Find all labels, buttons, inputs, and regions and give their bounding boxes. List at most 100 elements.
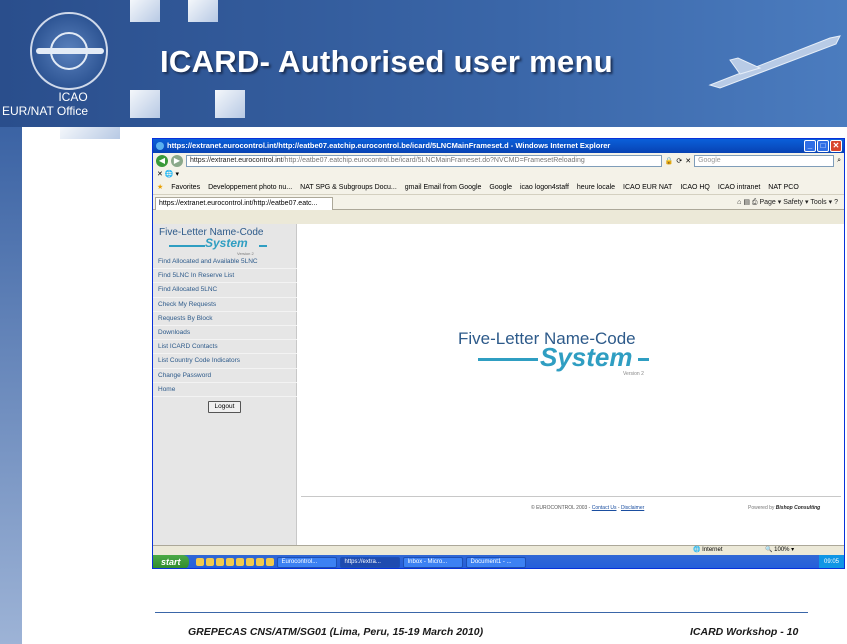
powered-by-text: Powered by	[748, 505, 776, 511]
powered-by: Powered by Bishop Consulting	[748, 505, 820, 511]
user-menu: Find Allocated and Available 5LNC Find 5…	[153, 255, 297, 397]
url-prefix: https://extranet.eurocontrol.int	[190, 157, 283, 164]
disclaimer-link[interactable]: Disclaimer	[621, 505, 644, 511]
icao-logo	[30, 12, 108, 90]
favorite-link[interactable]: Google	[489, 181, 512, 194]
favorite-link[interactable]: NAT PCO	[768, 181, 798, 194]
quicklaunch-icon[interactable]	[195, 558, 204, 566]
zoom-level[interactable]: 🔍 100% ▾	[765, 546, 794, 555]
page-copyright: © EUROCONTROL 2003 - Contact Us - Discla…	[531, 505, 645, 511]
url-rest: /http://eatbe07.eatchip.eurocontrol.be/i…	[282, 157, 585, 164]
page-content: Five-Letter Name-Code System Version 2 F…	[153, 224, 844, 545]
quicklaunch-icon[interactable]	[265, 558, 274, 566]
tab-row: https://extranet.eurocontrol.int/http://…	[153, 195, 844, 210]
quicklaunch-icon[interactable]	[215, 558, 224, 566]
menu-check-my-requests[interactable]: Check My Requests	[153, 298, 297, 312]
quicklaunch-icon[interactable]	[245, 558, 254, 566]
browser-window: https://extranet.eurocontrol.int/http://…	[152, 138, 845, 569]
decor-tile	[188, 0, 218, 22]
internet-explorer-icon	[156, 142, 164, 150]
back-button[interactable]: ◀	[156, 155, 168, 167]
system-tray: 09:05	[818, 555, 844, 568]
taskbar-item[interactable]: https://extra...	[339, 556, 400, 568]
maximize-button[interactable]: □	[817, 140, 829, 152]
decor-tile	[130, 90, 160, 118]
favorites-star-icon: ★	[157, 184, 164, 191]
menu-list-icard-contacts[interactable]: List ICARD Contacts	[153, 340, 297, 355]
favorite-link[interactable]: ICAO EUR NAT	[623, 181, 672, 194]
zoom-label: 100%	[774, 547, 790, 553]
app-logo-small: Five-Letter Name-Code System Version 2	[159, 227, 289, 257]
decor-tile	[130, 0, 160, 22]
security-zone: 🌐 Internet	[693, 546, 723, 555]
forward-button[interactable]: ▶	[171, 155, 183, 167]
favorites-bar: ★ Favorites Developpement photo nu... NA…	[153, 181, 844, 195]
globe-icon: 🌐	[693, 547, 701, 553]
zone-label: Internet	[702, 547, 723, 553]
taskbar-item[interactable]: Document1 - ...	[465, 556, 526, 568]
page-footer-rule	[301, 496, 841, 497]
menu-home[interactable]: Home	[153, 383, 297, 397]
favorites-button[interactable]: Favorites	[171, 181, 200, 194]
quicklaunch-icon[interactable]	[205, 558, 214, 566]
wing-icon	[36, 48, 104, 54]
favorite-link[interactable]: ICAO HQ	[680, 181, 710, 194]
slide-title: ICARD- Authorised user menu	[160, 44, 614, 79]
taskbar-item[interactable]: Inbox - Micro...	[402, 556, 463, 568]
menu-downloads[interactable]: Downloads	[153, 326, 297, 341]
quicklaunch-icon[interactable]	[225, 558, 234, 566]
favorite-link[interactable]: NAT SPG & Subgroups Docu...	[300, 181, 397, 194]
quicklaunch-icon[interactable]	[235, 558, 244, 566]
left-decor-bar	[0, 127, 22, 644]
footer-meeting: GREPECAS CNS/ATM/SG01 (Lima, Peru, 15-19…	[188, 626, 484, 638]
left-nav-frame: Five-Letter Name-Code System Version 2 F…	[153, 224, 297, 545]
lock-icon: 🔒	[664, 158, 674, 165]
quicklaunch-icon[interactable]	[255, 558, 264, 566]
url-input[interactable]: https://extranet.eurocontrol.int/http://…	[186, 155, 662, 167]
footer-rule	[155, 612, 808, 613]
favorite-link[interactable]: gmail Email from Google	[405, 181, 482, 194]
logo-line2: System	[205, 236, 248, 250]
toolbar-row[interactable]: ✕ 🌐 ▾	[153, 169, 844, 181]
favorite-link[interactable]: heure locale	[577, 181, 615, 194]
logout-button[interactable]: Logout	[208, 401, 241, 413]
taskbar-item[interactable]: Eurocontrol...	[276, 556, 337, 568]
logo-line2: System	[540, 342, 633, 372]
window-titlebar[interactable]: https://extranet.eurocontrol.int/http://…	[153, 139, 844, 153]
search-input[interactable]: Google	[694, 155, 835, 167]
logo-version: Version 2	[623, 371, 644, 377]
logo-bar	[478, 358, 538, 361]
contact-us-link[interactable]: Contact Us	[592, 505, 617, 511]
feeds-icon[interactable]: ▤	[743, 199, 750, 206]
menu-find-allocated-available[interactable]: Find Allocated and Available 5LNC	[153, 255, 297, 270]
home-icon[interactable]: ⌂	[737, 199, 741, 206]
menu-find-allocated[interactable]: Find Allocated 5LNC	[153, 283, 297, 298]
start-button[interactable]: start	[153, 555, 189, 568]
print-icon[interactable]: ⎙	[752, 199, 758, 206]
address-bar-row: ◀ ▶ https://extranet.eurocontrol.int/htt…	[153, 153, 844, 169]
logo-bar	[259, 245, 267, 247]
stop-icon[interactable]: ✕	[685, 157, 691, 165]
menu-find-reserve-list[interactable]: Find 5LNC In Reserve List	[153, 269, 297, 284]
window-title: https://extranet.eurocontrol.int/http://…	[167, 141, 611, 150]
decor-tile	[215, 90, 245, 118]
help-icon[interactable]: ?	[834, 199, 838, 206]
favorite-link[interactable]: Developpement photo nu...	[208, 181, 292, 194]
tray-clock: 09:05	[823, 559, 839, 565]
menu-change-password[interactable]: Change Password	[153, 369, 297, 383]
refresh-icon[interactable]: ⟳	[676, 157, 682, 165]
command-bar: ⌂ ▤ ⎙ Page ▾ Safety ▾ Tools ▾ ?	[737, 197, 838, 208]
favorite-link[interactable]: ICAO intranet	[718, 181, 760, 194]
menu-list-country-codes[interactable]: List Country Code Indicators	[153, 354, 297, 369]
org-label: ICAO	[58, 90, 88, 104]
menu-requests-by-block[interactable]: Requests By Block	[153, 312, 297, 326]
command-bar-menus[interactable]: Page ▾ Safety ▾ Tools ▾	[759, 199, 832, 206]
search-icon[interactable]: ⌕	[837, 157, 841, 165]
copyright-text: © EUROCONTROL 2003 -	[531, 505, 592, 511]
taskbar: start Eurocontrol... https://extra... In…	[153, 555, 844, 568]
close-button[interactable]: ✕	[830, 140, 842, 152]
browser-tab[interactable]: https://extranet.eurocontrol.int/http://…	[155, 197, 333, 210]
favorite-link[interactable]: icao logon4staff	[520, 181, 569, 194]
minimize-button[interactable]: _	[804, 140, 816, 152]
powered-by-name: Bishop Consulting	[775, 505, 821, 511]
